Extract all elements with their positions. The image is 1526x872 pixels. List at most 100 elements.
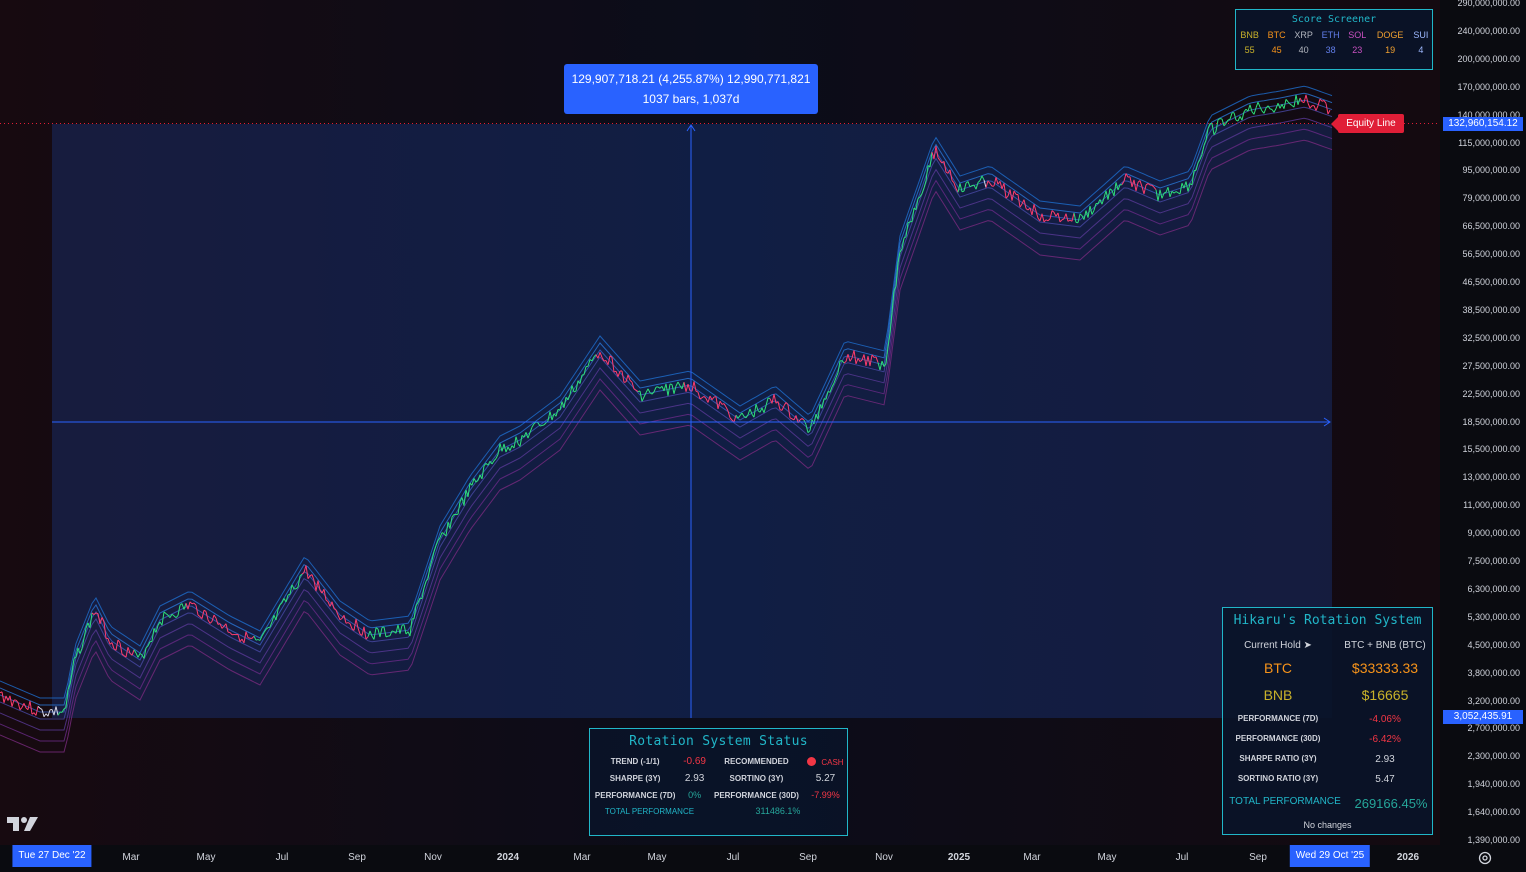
time-axis-tick: Mar xyxy=(1023,852,1041,863)
screener-symbol-sol: SOL xyxy=(1348,30,1367,40)
time-axis[interactable]: 2026 Sep Jul May Mar 2025 Nov Sep Jul May Mar 2024 N… xyxy=(0,845,1526,872)
screener-score-btc: 45 xyxy=(1271,45,1282,55)
screener-score-eth: 38 xyxy=(1325,45,1336,55)
equity-line-label: Equity Line xyxy=(1331,114,1404,133)
time-end-tag: Wed 29 Oct '25 xyxy=(1289,845,1371,867)
hikaru-perf7-value: -4.06% xyxy=(1369,714,1401,725)
measure-area xyxy=(52,124,1332,718)
time-axis-tick: Nov xyxy=(424,852,442,863)
rotation-status-title: Rotation System Status xyxy=(629,734,808,749)
time-axis-tick: May xyxy=(196,852,216,863)
price-axis-tick: 7,500,000.00 xyxy=(1467,556,1520,566)
screener-score-doge: 19 xyxy=(1385,45,1396,55)
perf7-label: PERFORMANCE (7D) xyxy=(594,790,676,800)
measure-bars-line: 1037 bars, 1,037d xyxy=(642,92,740,106)
sortino-label: SORTINO (3Y) xyxy=(729,774,784,783)
price-axis-tick: 1,640,000.00 xyxy=(1467,807,1520,818)
perf7-value: 0% xyxy=(688,790,702,800)
hikaru-total-label: TOTAL PERFORMANCE xyxy=(1229,796,1341,807)
equity-price-tag: 132,960,154.12 xyxy=(1443,117,1523,131)
bnb-label: BNB xyxy=(1263,687,1293,703)
tradingview-logo-icon[interactable] xyxy=(7,815,39,833)
price-axis-tick: 27,500,000.00 xyxy=(1462,360,1520,371)
time-axis-tick: Sep xyxy=(1249,852,1267,863)
current-hold-label: Current Hold ➤ xyxy=(1244,640,1312,651)
hikaru-total-value: 269166.45% xyxy=(1354,796,1428,811)
equity-segment xyxy=(539,425,543,427)
hikaru-changes: No changes xyxy=(1303,820,1352,830)
btc-value: $33333.33 xyxy=(1351,660,1419,676)
sharpe-value: 2.93 xyxy=(684,773,705,784)
price-axis-tick: 5,300,000.00 xyxy=(1467,611,1520,622)
equity-segment xyxy=(1269,108,1273,110)
perf30-value: -7.99% xyxy=(811,790,840,800)
equity-segment xyxy=(961,190,965,193)
screener-symbol-doge: DOGE xyxy=(1376,30,1404,40)
time-axis-tick: 2026 xyxy=(1396,852,1420,863)
price-axis-tick: 95,000,000.00 xyxy=(1462,165,1520,176)
recommended-value: CASH xyxy=(821,757,844,767)
score-screener-table: BNB BTC XRP ETH SOL DOGE SUI 55 45 40 38 23 19 4 xyxy=(1236,28,1432,58)
screener-score-xrp: 40 xyxy=(1298,45,1309,55)
time-axis-tick: Jul xyxy=(275,852,289,863)
price-axis-tick: 3,200,000.00 xyxy=(1467,695,1520,706)
price-axis-tick: 46,500,000.00 xyxy=(1462,277,1520,287)
price-axis-tick: 38,500,000.00 xyxy=(1462,304,1520,315)
screener-symbol-eth: ETH xyxy=(1321,30,1340,40)
price-axis-tick: 2,300,000.00 xyxy=(1467,751,1520,762)
hikaru-perf30-value: -6.42% xyxy=(1369,734,1401,745)
price-axis-tick: 1,940,000.00 xyxy=(1467,779,1520,790)
rotation-status-panel: Rotation System Status TREND (-1/1) -0.6… xyxy=(589,728,848,836)
equity-segment xyxy=(767,397,771,400)
chart-stage[interactable]: 129,907,718.21 (4,255.87%) 12,990,771,82… xyxy=(0,0,1526,872)
recommended-dot-icon xyxy=(807,756,817,766)
hikaru-title: Hikaru's Rotation System xyxy=(1233,613,1422,628)
screener-score-bnb: 55 xyxy=(1244,45,1255,55)
price-axis-tick: 79,000,000.00 xyxy=(1462,193,1520,204)
measure-tooltip: 129,907,718.21 (4,255.87%) 12,990,771,82… xyxy=(564,64,818,114)
price-axis-tick: 22,500,000.00 xyxy=(1462,388,1520,399)
rotation-status-table: TREND (-1/1) -0.69 RECOMMENDED CASH SHAR… xyxy=(590,753,847,819)
price-axis-tick: 115,000,000.00 xyxy=(1458,137,1520,148)
price-axis-tick: 2,700,000.00 xyxy=(1467,723,1520,734)
hikaru-rotation-panel: Hikaru's Rotation System Current Hold ➤ … xyxy=(1222,607,1433,835)
hikaru-sortino-label: SORTINO RATIO (3Y) xyxy=(1237,774,1319,783)
price-axis-tick: 11,000,000.00 xyxy=(1463,500,1520,511)
price-axis-tick: 240,000,000.00 xyxy=(1457,25,1520,36)
price-axis-tick: 200,000,000.00 xyxy=(1457,53,1520,64)
total-performance-label: TOTAL PERFORMANCE xyxy=(604,806,695,816)
recommended-label: RECOMMENDED xyxy=(724,757,789,766)
price-axis-tick: 66,500,000.00 xyxy=(1462,221,1520,232)
hikaru-sharpe-label: SHARPE RATIO (3Y) xyxy=(1239,754,1317,763)
hikaru-perf7-label: PERFORMANCE (7D) xyxy=(1237,714,1319,723)
screener-score-sui: 4 xyxy=(1418,45,1424,55)
time-axis-tick: May xyxy=(1097,852,1117,863)
time-axis-tick: May xyxy=(647,852,667,863)
hikaru-perf30-label: PERFORMANCE (30D) xyxy=(1235,734,1321,743)
trend-label: TREND (-1/1) xyxy=(610,757,660,766)
screener-symbol-bnb: BNB xyxy=(1240,30,1259,40)
current-hold-value: BTC + BNB (BTC) xyxy=(1344,640,1426,651)
sharpe-label: SHARPE (3Y) xyxy=(609,774,661,783)
equity-segment xyxy=(95,612,99,615)
time-axis-tick: Sep xyxy=(348,852,366,863)
time-axis-tick: Mar xyxy=(573,852,591,863)
time-axis-tick: Sep xyxy=(799,852,817,863)
price-axis-tick: 56,500,000.00 xyxy=(1462,249,1520,260)
trend-value: -0.69 xyxy=(683,756,706,767)
price-axis-tick: 13,000,000.00 xyxy=(1462,472,1520,483)
time-axis-tick: Jul xyxy=(726,852,740,863)
hikaru-sharpe-value: 2.93 xyxy=(1375,754,1395,765)
screener-symbol-btc: BTC xyxy=(1267,30,1286,40)
hikaru-sortino-value: 5.47 xyxy=(1375,774,1395,785)
price-axis-tick: 170,000,000.00 xyxy=(1457,81,1520,92)
chart-settings-icon[interactable] xyxy=(1478,851,1492,865)
screener-score-sol: 23 xyxy=(1352,45,1363,55)
time-axis-tick: Nov xyxy=(875,852,893,863)
time-axis-tick: Mar xyxy=(122,852,140,863)
equity-segment xyxy=(345,622,349,624)
price-axis-tick: 9,000,000.00 xyxy=(1467,528,1520,539)
score-screener-title: Score Screener xyxy=(1291,14,1377,25)
price-axis-tick: 18,500,000.00 xyxy=(1462,416,1520,427)
total-performance-value: 311486.1% xyxy=(755,806,801,816)
